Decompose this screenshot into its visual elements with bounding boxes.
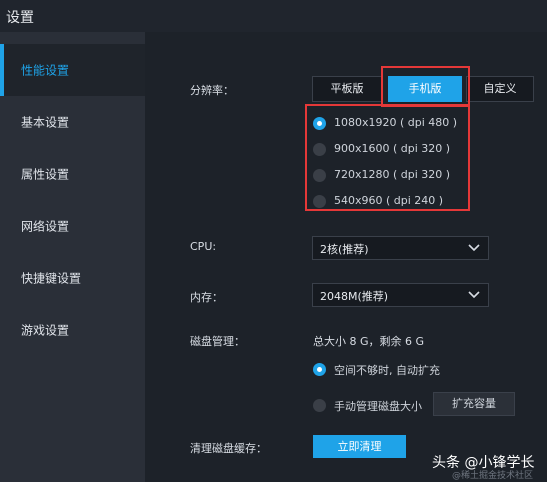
cache-label: 清理磁盘缓存： bbox=[190, 442, 267, 455]
disk-option-label: 手动管理磁盘大小 bbox=[334, 400, 422, 413]
sidebar-item-label: 基本设置 bbox=[21, 115, 70, 130]
chevron-down-icon bbox=[468, 291, 480, 299]
sidebar-item-network[interactable]: 网络设置 bbox=[0, 200, 145, 252]
radio-selected-icon bbox=[313, 363, 326, 376]
sidebar-item-label: 属性设置 bbox=[21, 167, 70, 182]
tab-custom[interactable]: 自定义 bbox=[466, 76, 534, 102]
expand-capacity-button[interactable]: 扩充容量 bbox=[433, 392, 515, 416]
memory-select-value: 2048M(推荐) bbox=[320, 290, 389, 303]
resolution-option-label: 1080x1920 ( dpi 480 ) bbox=[334, 116, 458, 129]
radio-icon bbox=[313, 143, 326, 156]
sidebar-item-label: 游戏设置 bbox=[21, 323, 70, 338]
resolution-option-label: 720x1280 ( dpi 320 ) bbox=[334, 168, 451, 181]
resolution-option-900[interactable]: 900x1600 ( dpi 320 ) bbox=[313, 140, 453, 160]
resolution-option-label: 900x1600 ( dpi 320 ) bbox=[334, 142, 451, 155]
cpu-select[interactable]: 2核(推荐) bbox=[312, 236, 489, 260]
resolution-option-540[interactable]: 540x960 ( dpi 240 ) bbox=[313, 192, 453, 212]
watermark-sub: @稀土掘金技术社区 bbox=[452, 471, 534, 481]
resolution-option-720[interactable]: 720x1280 ( dpi 320 ) bbox=[313, 166, 453, 186]
disk-label: 磁盘管理： bbox=[190, 335, 245, 348]
tab-phone[interactable]: 手机版 bbox=[388, 76, 462, 102]
sidebar-item-shortcuts[interactable]: 快捷键设置 bbox=[0, 252, 145, 304]
window-title: 设置 bbox=[6, 10, 34, 26]
disk-manual-option[interactable]: 手动管理磁盘大小 bbox=[313, 396, 428, 416]
clear-cache-button[interactable]: 立即清理 bbox=[313, 435, 406, 458]
cpu-label: CPU: bbox=[190, 240, 217, 253]
radio-icon bbox=[313, 399, 326, 412]
radio-icon bbox=[313, 195, 326, 208]
resolution-option-label: 540x960 ( dpi 240 ) bbox=[334, 194, 444, 207]
disk-auto-expand-option[interactable]: 空间不够时, 自动扩充 bbox=[313, 360, 443, 380]
sidebar-item-label: 网络设置 bbox=[21, 219, 70, 234]
cpu-select-value: 2核(推荐) bbox=[320, 243, 369, 256]
disk-option-label: 空间不够时, 自动扩充 bbox=[334, 364, 440, 377]
sidebar-item-basic[interactable]: 基本设置 bbox=[0, 96, 145, 148]
disk-summary: 总大小 8 G，剩余 6 G bbox=[313, 335, 425, 348]
tab-tablet[interactable]: 平板版 bbox=[312, 76, 382, 102]
sidebar-item-performance[interactable]: 性能设置 bbox=[0, 44, 145, 96]
memory-label: 内存： bbox=[190, 291, 223, 304]
resolution-label: 分辨率： bbox=[190, 84, 234, 97]
radio-selected-icon bbox=[313, 117, 326, 130]
chevron-down-icon bbox=[468, 244, 480, 252]
sidebar-item-properties[interactable]: 属性设置 bbox=[0, 148, 145, 200]
title-bar: 设置 bbox=[0, 0, 547, 32]
radio-icon bbox=[313, 169, 326, 182]
sidebar: 性能设置 基本设置 属性设置 网络设置 快捷键设置 游戏设置 bbox=[0, 32, 145, 482]
memory-select[interactable]: 2048M(推荐) bbox=[312, 283, 489, 307]
sidebar-item-label: 性能设置 bbox=[21, 63, 70, 78]
sidebar-item-game[interactable]: 游戏设置 bbox=[0, 304, 145, 356]
sidebar-item-label: 快捷键设置 bbox=[21, 271, 82, 286]
resolution-option-1080[interactable]: 1080x1920 ( dpi 480 ) bbox=[313, 114, 457, 134]
